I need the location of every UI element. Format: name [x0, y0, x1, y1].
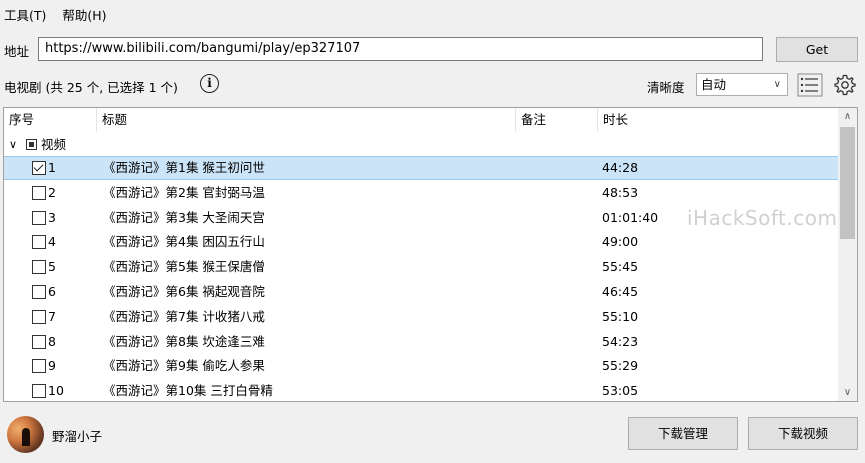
scroll-down-icon[interactable]: ∨ [838, 384, 857, 401]
row-number: 1 [48, 160, 56, 175]
row-title: 《西游记》第6集 祸起观音院 [103, 284, 265, 299]
row-duration: 49:00 [602, 234, 639, 250]
row-number: 2 [48, 184, 56, 200]
table-row[interactable]: 5 《西游记》第5集 猴王保唐僧 55:45 [4, 255, 838, 279]
selection-summary: 电视剧 (共 25 个, 已选择 1 个) [4, 80, 178, 95]
row-checkbox[interactable] [32, 285, 46, 299]
row-duration: 54:23 [602, 333, 639, 349]
row-number: 4 [48, 234, 56, 250]
row-title: 《西游记》第10集 三打白骨精 [103, 383, 273, 399]
row-duration: 01:01:40 [602, 209, 659, 225]
row-title: 《西游记》第1集 猴王初问世 [103, 160, 265, 175]
row-duration: 55:45 [602, 259, 639, 275]
row-checkbox[interactable] [32, 235, 46, 250]
row-checkbox[interactable] [32, 384, 46, 399]
menu-tools[interactable]: 工具(T) [0, 0, 52, 32]
scroll-up-icon[interactable]: ∧ [838, 108, 857, 125]
row-checkbox[interactable] [32, 161, 46, 175]
row-number: 9 [48, 358, 56, 374]
row-title: 《西游记》第2集 官封弼马温 [103, 184, 265, 200]
row-duration: 46:45 [602, 284, 639, 299]
row-number: 6 [48, 284, 56, 299]
row-number: 3 [48, 209, 56, 225]
watermark: iHackSoft.com [687, 206, 838, 230]
download-manager-button[interactable]: 下载管理 [628, 417, 738, 450]
group-label: 视频 [41, 137, 67, 152]
row-title: 《西游记》第8集 坎途逢三难 [103, 333, 265, 349]
row-checkbox[interactable] [32, 359, 46, 374]
table-row[interactable]: 4 《西游记》第4集 困囚五行山 49:00 [4, 230, 838, 254]
row-number: 8 [48, 333, 56, 349]
column-header-note[interactable]: 备注 [516, 108, 598, 132]
table-row[interactable]: 1 《西游记》第1集 猴王初问世 44:28 [4, 156, 838, 180]
scrollbar-thumb[interactable] [840, 127, 855, 239]
row-title: 《西游记》第3集 大圣闹天宫 [103, 209, 265, 225]
row-checkbox[interactable] [32, 210, 46, 225]
avatar[interactable] [7, 416, 44, 453]
table-row[interactable]: 2 《西游记》第2集 官封弼马温 48:53 [4, 181, 838, 205]
row-title: 《西游记》第9集 偷吃人参果 [103, 358, 265, 374]
row-duration: 44:28 [602, 160, 639, 175]
row-checkbox[interactable] [32, 185, 46, 200]
episode-table: 序号 标题 备注 时长 ∨ 视频 1 《西游记》第1集 猴王初问世 44:28 2 《西… [3, 107, 858, 402]
table-row[interactable]: 9 《西游记》第9集 偷吃人参果 55:29 [4, 354, 838, 378]
chevron-down-icon: ∨ [773, 79, 781, 90]
row-duration: 48:53 [602, 184, 639, 200]
row-checkbox[interactable] [32, 260, 46, 275]
row-duration: 53:05 [602, 383, 639, 399]
quality-select[interactable]: 自动 ∨ [696, 73, 788, 96]
row-title: 《西游记》第4集 困囚五行山 [103, 234, 265, 250]
row-number: 10 [48, 383, 64, 399]
row-duration: 55:10 [602, 308, 639, 324]
info-icon[interactable]: i [200, 74, 219, 93]
row-title: 《西游记》第5集 猴王保唐僧 [103, 259, 265, 275]
menu-help[interactable]: 帮助(H) [58, 0, 112, 32]
info-row: 电视剧 (共 25 个, 已选择 1 个) i 清晰度 自动 ∨ [0, 72, 865, 98]
download-video-button[interactable]: 下载视频 [748, 417, 858, 450]
row-title: 《西游记》第7集 计收猪八戒 [103, 308, 265, 324]
group-row-video[interactable]: ∨ 视频 [4, 134, 838, 156]
row-checkbox[interactable] [32, 334, 46, 349]
quality-label: 清晰度 [647, 80, 685, 95]
get-button[interactable]: Get [776, 37, 858, 62]
menu-bar: 工具(T) 帮助(H) [0, 0, 865, 32]
quality-value: 自动 [701, 77, 727, 92]
gear-icon[interactable] [833, 73, 857, 97]
list-settings-icon[interactable] [797, 73, 823, 97]
row-number: 7 [48, 308, 56, 324]
row-checkbox[interactable] [32, 309, 46, 324]
group-checkbox[interactable] [26, 139, 37, 150]
table-header: 序号 标题 备注 时长 [4, 108, 838, 132]
vertical-scrollbar[interactable]: ∧ ∨ [838, 108, 857, 401]
chevron-down-icon[interactable]: ∨ [9, 134, 17, 156]
username: 野溜小子 [52, 429, 103, 444]
row-number: 5 [48, 259, 56, 275]
table-row[interactable]: 10 《西游记》第10集 三打白骨精 53:05 [4, 379, 838, 401]
column-header-duration[interactable]: 时长 [598, 108, 838, 132]
column-header-no[interactable]: 序号 [4, 108, 97, 132]
address-input[interactable]: https://www.bilibili.com/bangumi/play/ep… [38, 37, 763, 61]
table-row[interactable]: 7 《西游记》第7集 计收猪八戒 55:10 [4, 305, 838, 329]
address-row: 地址 https://www.bilibili.com/bangumi/play… [0, 37, 865, 63]
column-header-title[interactable]: 标题 [97, 108, 516, 132]
row-duration: 55:29 [602, 358, 639, 374]
table-row[interactable]: 8 《西游记》第8集 坎途逢三难 54:23 [4, 330, 838, 354]
table-row[interactable]: 6 《西游记》第6集 祸起观音院 46:45 [4, 280, 838, 304]
address-label: 地址 [4, 44, 30, 59]
